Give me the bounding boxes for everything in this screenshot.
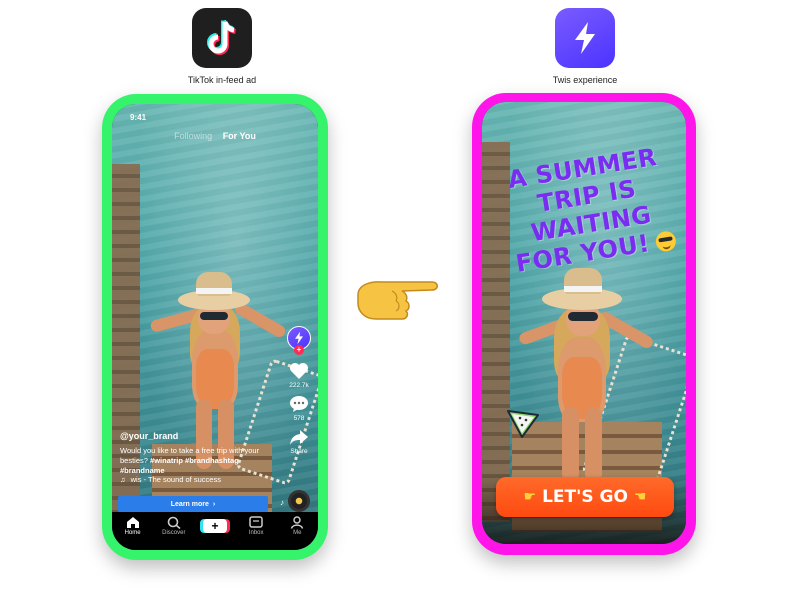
feed-tabs: Following For You <box>112 131 318 141</box>
nav-create[interactable]: + <box>198 516 232 533</box>
bottom-nav: Home Discover + Inbox Me <box>112 512 318 550</box>
sunglasses-emoji-icon <box>653 230 677 253</box>
music-note-icon: ♫ <box>120 475 126 484</box>
music-note-icon: ♪ <box>280 498 284 507</box>
home-icon <box>126 517 139 528</box>
nav-label-home: Home <box>124 530 141 536</box>
tiktok-phone-frame: 9:41 Following For You + 222.7k 578 Shar… <box>102 94 328 560</box>
lets-go-button[interactable]: ☛ LET'S GO ☚ <box>496 477 674 517</box>
tiktok-screen: 9:41 Following For You + 222.7k 578 Shar… <box>112 104 318 550</box>
like-count: 222.7k <box>289 382 309 389</box>
pointing-hand-icon: ☚ <box>633 489 647 505</box>
nav-label-discover: Discover <box>162 530 186 536</box>
brand-handle[interactable]: @your_brand <box>120 431 178 441</box>
nav-inbox[interactable]: Inbox <box>239 516 273 536</box>
create-plus-icon: + <box>202 519 227 533</box>
action-rail: + 222.7k 578 Share <box>286 326 312 455</box>
profile-icon <box>291 516 304 529</box>
right-caption: Twis experience <box>552 75 618 85</box>
twis-bolt-icon <box>555 8 615 68</box>
twis-bolt-icon <box>295 331 303 345</box>
tiktok-logo-icon <box>192 8 252 68</box>
tab-for-you[interactable]: For You <box>223 131 256 141</box>
nav-label-inbox: Inbox <box>248 530 264 536</box>
share-icon[interactable] <box>289 428 309 446</box>
headline-text: A SUMMER TRIP IS WAITING FOR YOU! <box>505 142 659 278</box>
comment-icon[interactable] <box>289 395 309 413</box>
heart-icon[interactable] <box>289 362 309 380</box>
chevron-right-icon: › <box>212 500 216 508</box>
share-label: Share <box>290 448 308 455</box>
inbox-icon <box>249 516 263 528</box>
search-icon <box>167 516 181 529</box>
ad-description: Would you like to take a free trip with … <box>120 446 280 476</box>
sound-line[interactable]: ♫ wis - The sound of success <box>120 475 221 484</box>
learn-more-label: Learn more <box>170 500 209 508</box>
follow-plus-icon[interactable]: + <box>294 345 304 355</box>
twis-screen: A SUMMER TRIP IS WAITING FOR YOU! ☛ LET'… <box>482 102 686 544</box>
comment-count: 578 <box>293 415 305 422</box>
pointing-hand-icon <box>352 273 444 330</box>
left-caption: TikTok in-feed ad <box>187 75 257 85</box>
twis-phone-frame: A SUMMER TRIP IS WAITING FOR YOU! ☛ LET'… <box>472 93 696 555</box>
cta-label: LET'S GO <box>542 487 628 507</box>
tab-following[interactable]: Following <box>174 131 212 141</box>
status-time: 9:41 <box>130 113 147 122</box>
nav-me[interactable]: Me <box>280 516 314 536</box>
sound-name: wis - The sound of success <box>130 475 221 484</box>
sound-disc-icon[interactable] <box>288 490 310 512</box>
nav-discover[interactable]: Discover <box>157 516 191 536</box>
nav-label-me: Me <box>293 530 302 536</box>
nav-home[interactable]: Home <box>116 516 150 536</box>
learn-more-button[interactable]: Learn more › <box>118 496 268 512</box>
watermelon-sticker-icon <box>504 405 542 444</box>
pointing-hand-icon: ☛ <box>523 489 537 505</box>
brand-avatar[interactable]: + <box>287 326 311 355</box>
